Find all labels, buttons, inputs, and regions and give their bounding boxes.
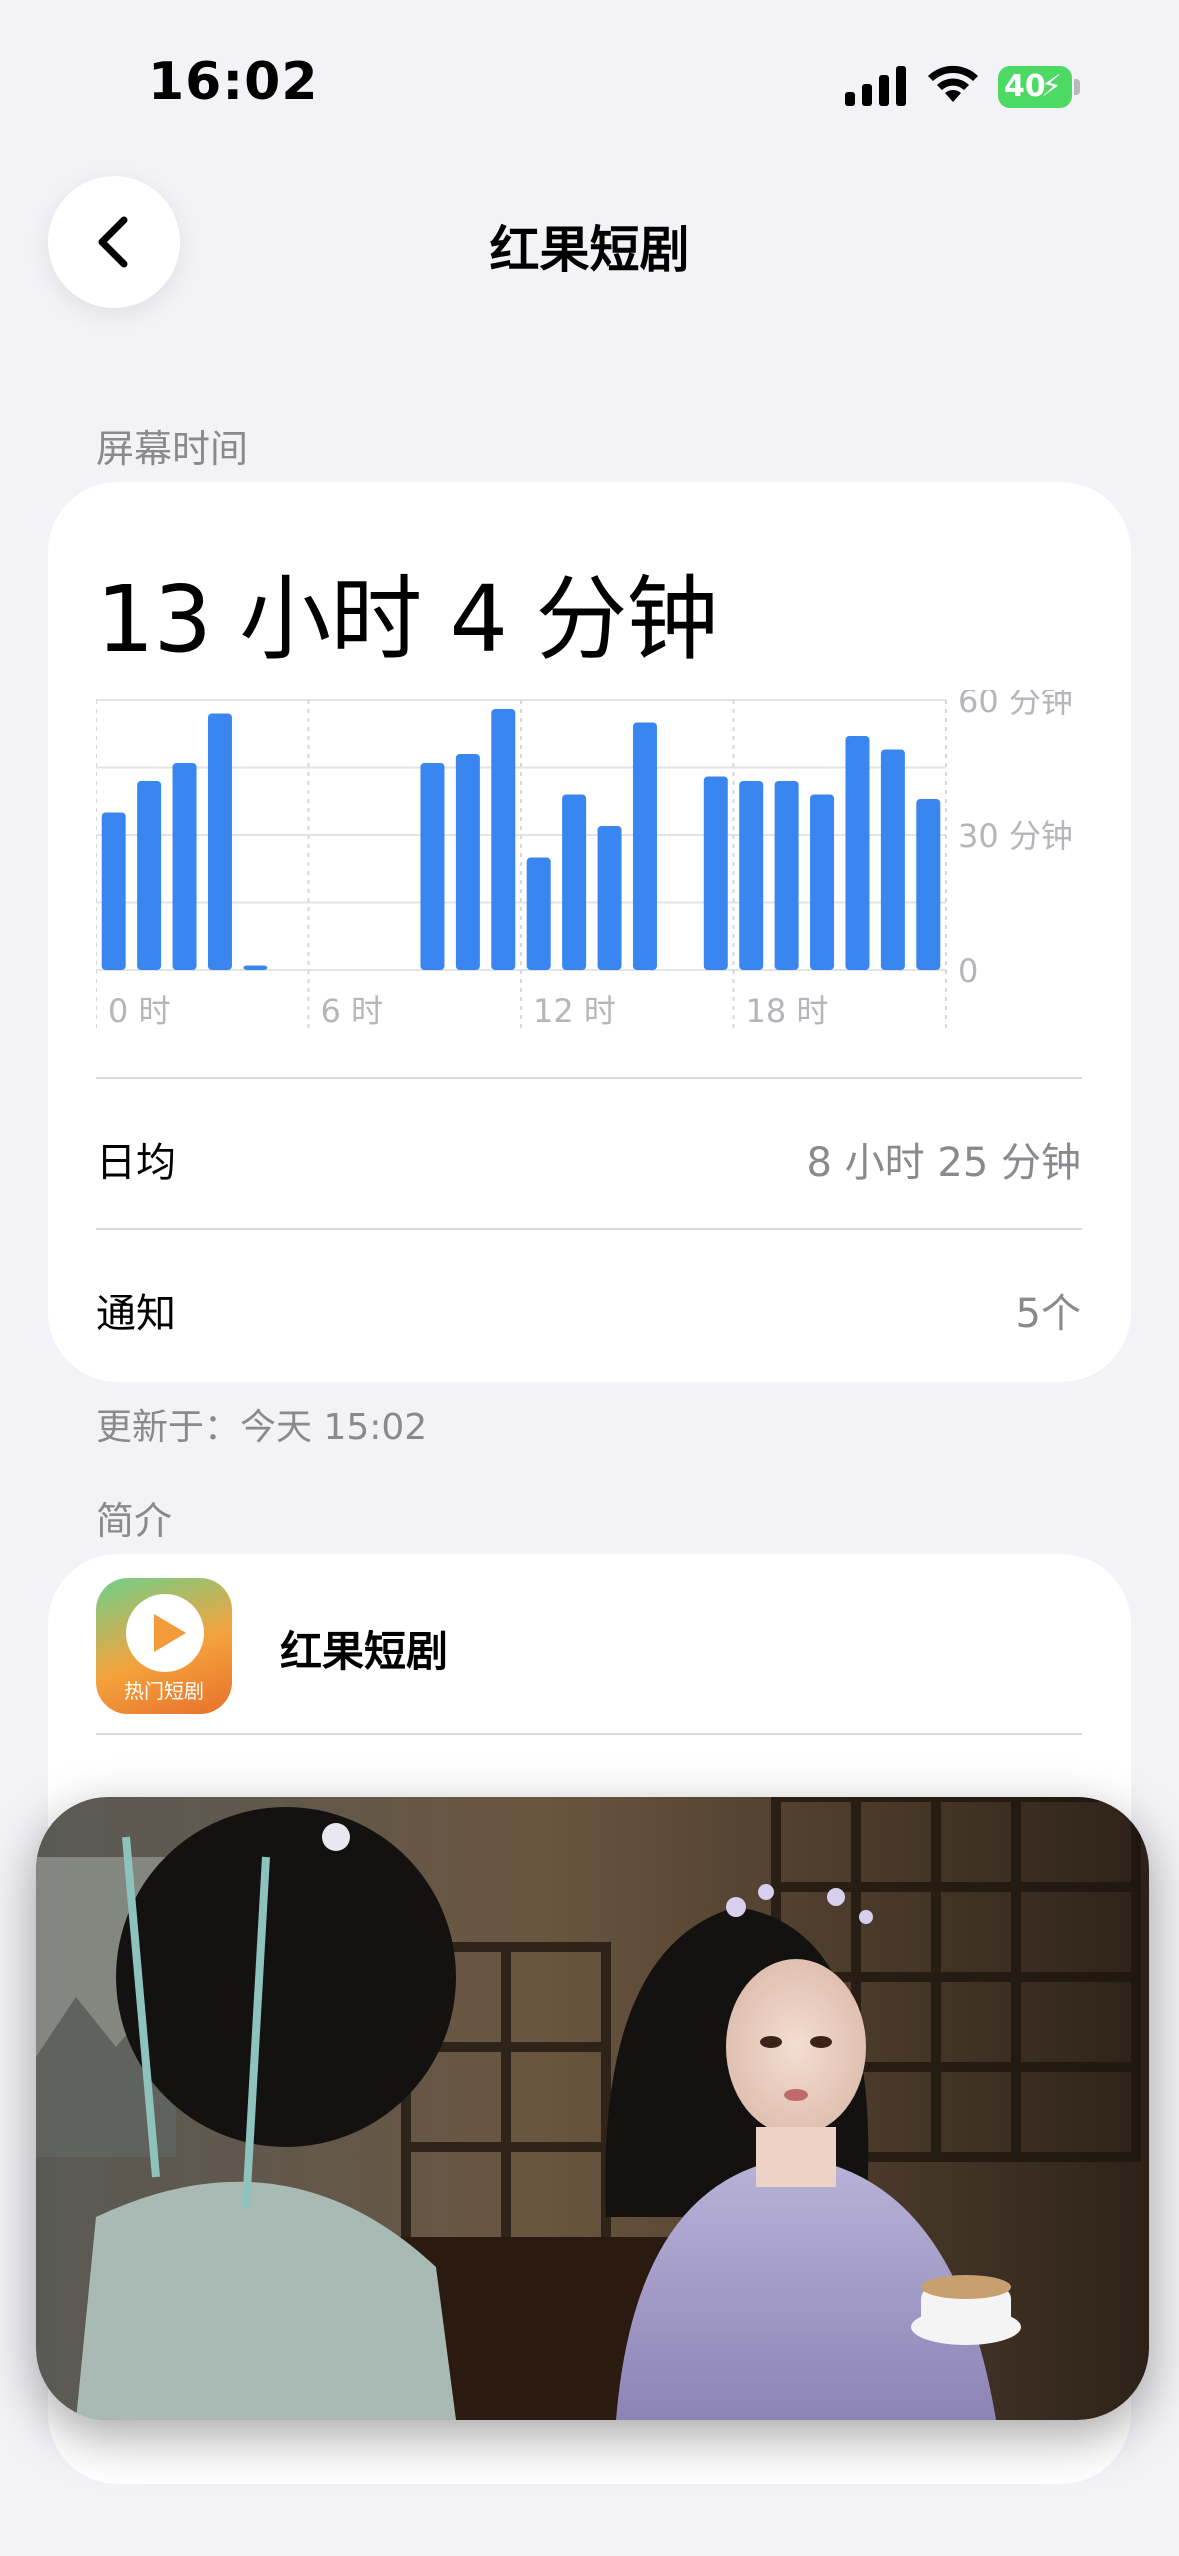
app-name: 红果短剧 bbox=[280, 1627, 449, 1676]
chart-bar bbox=[810, 794, 835, 970]
chart-bar bbox=[739, 781, 764, 970]
chart-bar bbox=[845, 736, 870, 970]
daily-average-label: 日均 bbox=[96, 1140, 176, 1186]
chart-x-tick-label: 0 时 bbox=[108, 992, 171, 1030]
battery-level: 40 bbox=[1004, 69, 1046, 104]
chart-bar bbox=[774, 781, 799, 970]
chart-bar bbox=[703, 776, 728, 970]
chart-y-tick-label: 30 分钟 bbox=[958, 817, 1073, 855]
chart-bar bbox=[632, 722, 657, 970]
app-icon-tag: 热门短剧 bbox=[124, 1679, 204, 1703]
chart-bar bbox=[562, 794, 587, 970]
notifications-label: 通知 bbox=[96, 1291, 176, 1337]
chart-bar bbox=[101, 812, 126, 970]
chart-bar bbox=[243, 965, 268, 970]
divider bbox=[96, 1228, 1082, 1230]
daily-average-value: 8 小时 25 分钟 bbox=[806, 1140, 1082, 1186]
chart-x-tick-label: 6 时 bbox=[321, 992, 384, 1030]
divider bbox=[96, 1733, 1082, 1735]
chart-bar bbox=[597, 826, 622, 970]
chart-x-tick-label: 18 时 bbox=[746, 992, 829, 1030]
video-frame bbox=[36, 1797, 1149, 2420]
chart-bar bbox=[526, 857, 551, 970]
chart-bar bbox=[420, 763, 445, 970]
page-title: 红果短剧 bbox=[489, 221, 690, 279]
app-icon: 热门短剧 bbox=[96, 1578, 232, 1714]
battery-icon: 40 ⚡ bbox=[998, 66, 1080, 108]
picture-in-picture-video[interactable] bbox=[36, 1797, 1149, 2420]
divider bbox=[96, 1077, 1082, 1079]
total-screen-time: 13 小时 4 分钟 bbox=[96, 566, 718, 673]
status-time: 16:02 bbox=[148, 52, 319, 112]
hourly-usage-chart: 0 时 6 时 12 时 18 时 60 分钟 30 分钟 0 bbox=[96, 690, 1073, 1032]
wifi-icon bbox=[928, 65, 978, 102]
chart-bar bbox=[207, 713, 232, 970]
chart-bar bbox=[916, 799, 941, 970]
chart-bar bbox=[172, 763, 197, 970]
chart-y-tick-label: 0 bbox=[958, 952, 978, 990]
screen-time-section-label: 屏幕时间 bbox=[96, 427, 249, 471]
chart-x-tick-label: 12 时 bbox=[533, 992, 616, 1030]
notifications-value: 5个 bbox=[1015, 1291, 1081, 1337]
cellular-signal-icon bbox=[845, 66, 906, 106]
chart-bar bbox=[137, 781, 162, 970]
last-updated-text: 更新于：今天 15:02 bbox=[96, 1407, 428, 1448]
chart-bar bbox=[455, 754, 480, 970]
chart-bar bbox=[880, 749, 905, 970]
chart-bar bbox=[491, 709, 516, 970]
intro-section-label: 简介 bbox=[96, 1499, 173, 1543]
chart-y-tick-label: 60 分钟 bbox=[958, 690, 1073, 720]
